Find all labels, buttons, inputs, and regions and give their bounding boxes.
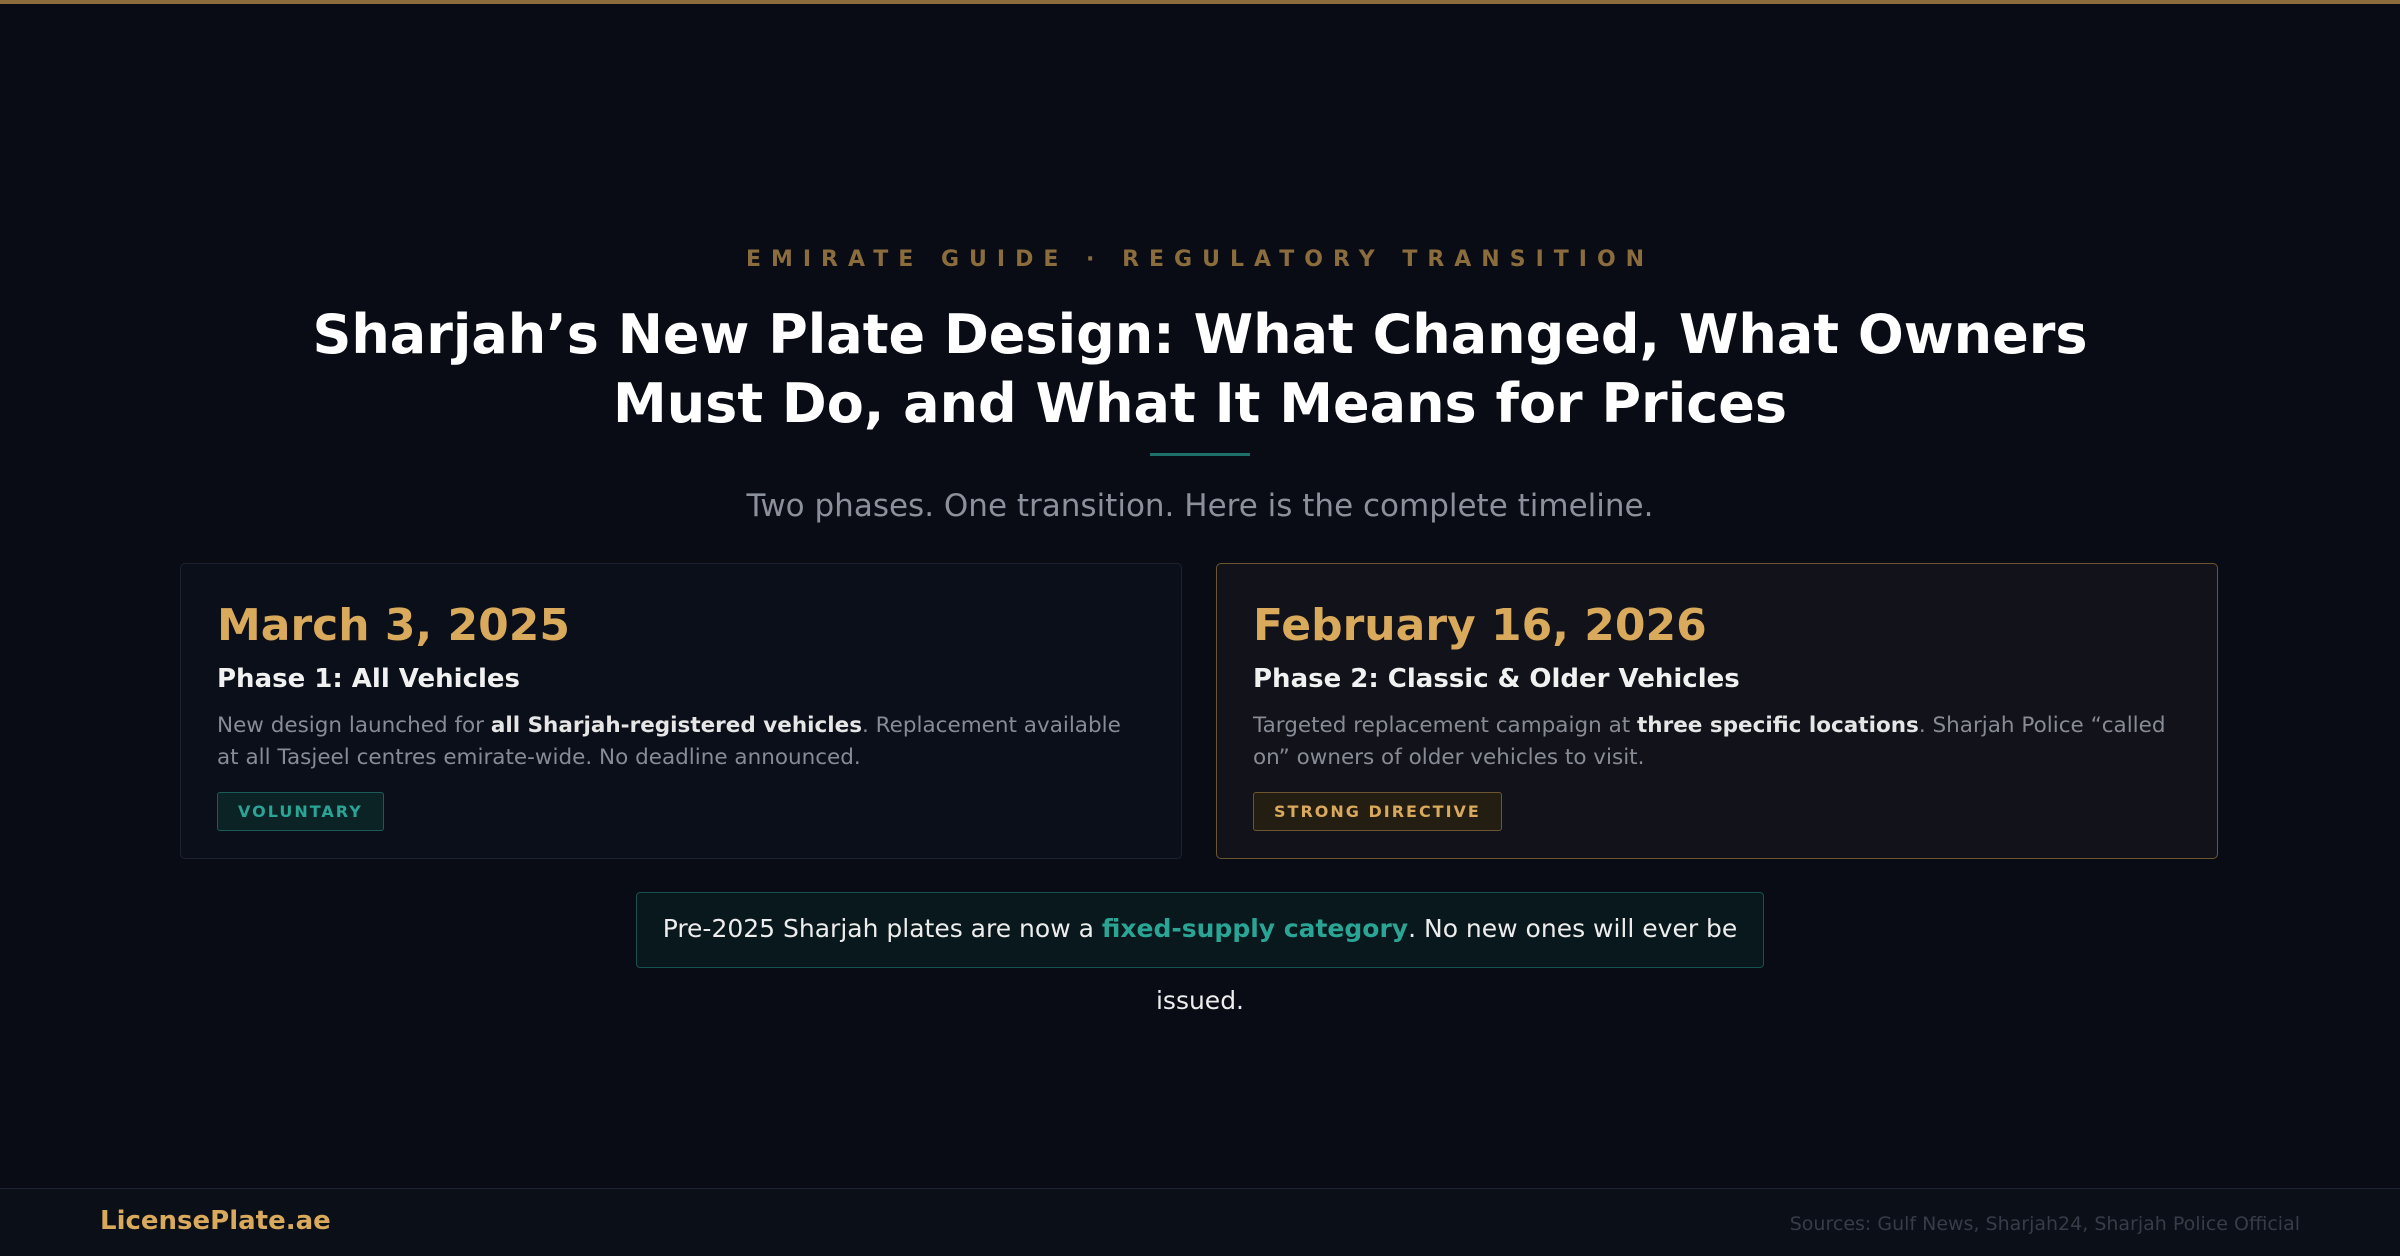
phase-2-desc-before: Targeted replacement campaign at — [1253, 713, 1638, 738]
page: EMIRATE GUIDE · REGULATORY TRANSITION Sh… — [0, 0, 2400, 1256]
phase-1-desc-before: New design launched for — [217, 713, 491, 738]
brand-logo-text[interactable]: LicensePlate.ae — [100, 1206, 331, 1236]
phase-1-desc-bold: all Sharjah-registered vehicles — [490, 713, 863, 738]
phase-1-date: March 3, 2025 — [217, 600, 571, 651]
page-title: Sharjah’s New Plate Design: What Changed… — [312, 303, 2088, 435]
phase-2-title: Phase 2: Classic & Older Vehicles — [1253, 664, 1740, 694]
strong-directive-badge: STRONG DIRECTIVE — [1253, 792, 1502, 831]
sources-note: Sources: Gulf News, Sharjah24, Sharjah P… — [1789, 1213, 2300, 1235]
phase-1-card: March 3, 2025 Phase 1: All Vehicles New … — [180, 563, 1182, 859]
top-accent-rule — [0, 0, 2400, 4]
eyebrow-label: EMIRATE GUIDE · REGULATORY TRANSITION — [745, 247, 1655, 272]
phase-2-desc-bold: three specific locations — [1637, 713, 1919, 738]
page-subtitle: Two phases. One transition. Here is the … — [746, 488, 1654, 524]
fixed-supply-callout: Pre-2025 Sharjah plates are now a fixed-… — [636, 892, 1764, 1015]
callout-accent: fixed-supply category — [1101, 914, 1409, 943]
footer: LicensePlate.ae Sources: Gulf News, Shar… — [0, 1188, 2400, 1256]
callout-text-before: Pre-2025 Sharjah plates are now a — [662, 914, 1102, 943]
phase-1-title: Phase 1: All Vehicles — [217, 664, 520, 694]
phase-2-description: Targeted replacement campaign at three s… — [1253, 710, 2181, 774]
phase-2-date: February 16, 2026 — [1253, 600, 1707, 651]
voluntary-badge: VOLUNTARY — [217, 792, 384, 831]
title-divider — [1150, 453, 1250, 456]
phase-1-description: New design launched for all Sharjah-regi… — [217, 710, 1145, 774]
phase-2-card: February 16, 2026 Phase 2: Classic & Old… — [1216, 563, 2218, 859]
